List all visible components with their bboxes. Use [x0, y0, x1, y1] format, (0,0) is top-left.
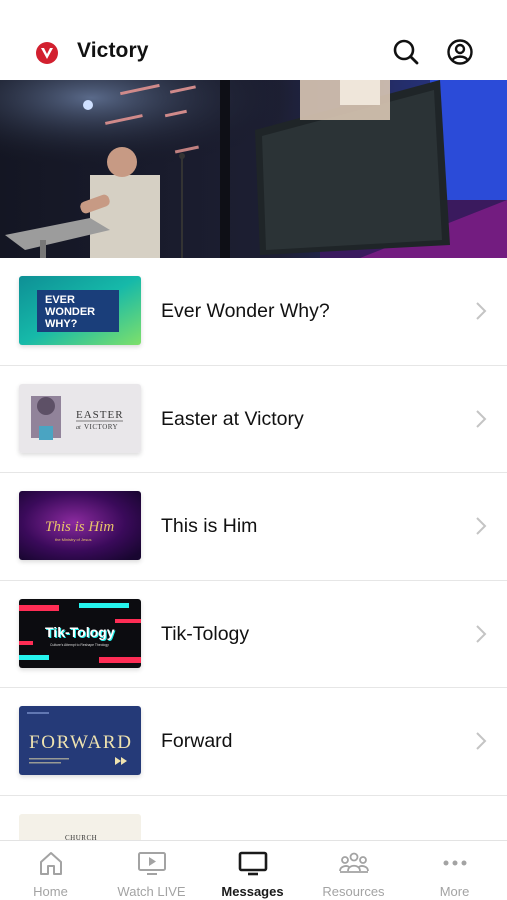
chevron-right-icon	[476, 409, 487, 428]
thumb-text: EASTER	[76, 409, 124, 421]
more-dots-icon	[443, 860, 467, 866]
tab-label: Resources	[322, 884, 385, 899]
series-thumbnail: EASTER at VICTORY	[19, 383, 141, 453]
chevron-right-icon	[476, 732, 487, 750]
series-row[interactable]: EASTER at VICTORY Easter at Victory	[0, 366, 507, 473]
thumb-text: This is Him	[45, 519, 114, 535]
search-icon[interactable]	[392, 38, 420, 66]
tab-label: Watch LIVE	[117, 884, 186, 899]
app-title: Victory	[77, 39, 149, 62]
app-header: Victory	[0, 0, 507, 80]
chevron-right-icon	[476, 517, 487, 535]
tab-label: Messages	[221, 884, 284, 899]
thumb-text: WHY?	[45, 318, 78, 330]
series-thumbnail: EVER WONDER WHY?	[19, 276, 141, 345]
home-icon	[40, 852, 62, 875]
tab-home[interactable]: Home	[0, 841, 101, 900]
tab-watch-live[interactable]: Watch LIVE	[101, 841, 202, 900]
tab-resources[interactable]: Resources	[303, 841, 404, 900]
series-title: Ever Wonder Why?	[161, 300, 330, 322]
victory-logo-icon	[36, 42, 58, 64]
tab-label: Home	[33, 884, 68, 899]
series-title: Forward	[161, 730, 233, 752]
account-icon[interactable]	[446, 38, 474, 66]
series-thumbnail: FORWARD	[19, 706, 141, 775]
tab-messages[interactable]: Messages	[202, 841, 303, 900]
tv-icon	[238, 851, 268, 876]
hero-image[interactable]	[0, 80, 507, 258]
series-row[interactable]: FORWARD Forward	[0, 688, 507, 796]
series-thumbnail: This is Him the Ministry of Jesus	[19, 491, 141, 560]
chevron-right-icon	[476, 624, 487, 643]
thumb-text: VICTORY	[84, 423, 118, 431]
series-title: Easter at Victory	[161, 407, 304, 430]
series-row[interactable]: Tik-Tology Tik-Tology Culture's Attempt …	[0, 581, 507, 688]
chevron-right-icon	[476, 302, 487, 320]
thumb-text: Culture's Attempt to Reshape Theology	[50, 643, 109, 647]
people-icon	[339, 852, 369, 873]
tab-more[interactable]: More	[404, 841, 505, 900]
series-row-partial[interactable]: CHURCH	[0, 796, 507, 846]
thumb-text: Tik-Tology	[45, 624, 115, 640]
thumb-text: the Ministry of Jesus	[55, 537, 91, 542]
series-title: Tik-Tology	[161, 622, 250, 645]
series-title: This is Him	[161, 515, 258, 537]
thumb-text: EVER	[45, 294, 75, 306]
series-list: EVER WONDER WHY? Ever Wonder Why? EASTER…	[0, 258, 507, 796]
thumb-text: at	[76, 425, 81, 431]
tv-play-icon	[138, 852, 166, 875]
series-row[interactable]: This is Him the Ministry of Jesus This i…	[0, 473, 507, 581]
bottom-tab-bar: Home Watch LIVE Messages Resources More	[0, 840, 507, 900]
series-row[interactable]: EVER WONDER WHY? Ever Wonder Why?	[0, 258, 507, 366]
thumb-text: WONDER	[45, 306, 95, 318]
series-thumbnail: Tik-Tology Tik-Tology Culture's Attempt …	[19, 598, 141, 668]
tab-label: More	[439, 884, 470, 899]
